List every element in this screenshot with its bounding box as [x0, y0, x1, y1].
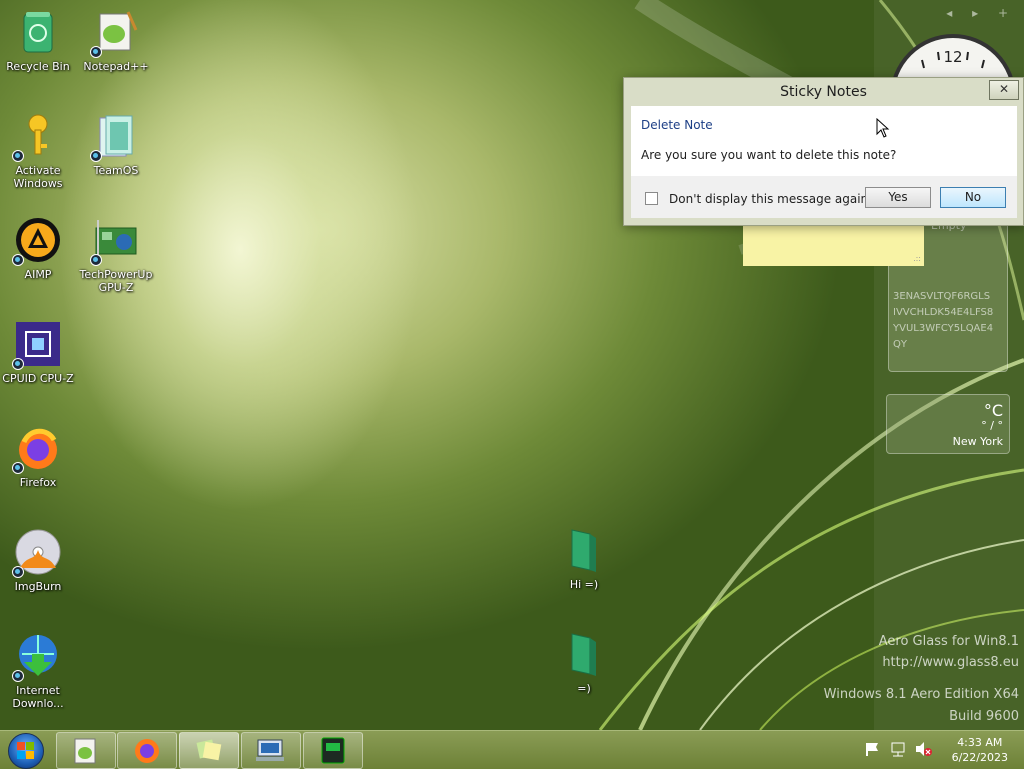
close-button[interactable]: ✕ — [989, 80, 1019, 100]
notepad-plus-plus-icon — [74, 738, 96, 764]
desktop-icon-label: Firefox — [19, 476, 57, 489]
windows-logo-icon — [17, 742, 34, 759]
shortcut-arrow-icon — [12, 150, 24, 162]
shortcut-arrow-icon — [12, 254, 24, 266]
gadget-nav-arrows[interactable]: ◂ ▸ + — [946, 6, 1016, 20]
taskbar: 4:33 AM 6/22/2023 — [0, 730, 1024, 769]
desktop-icon-notepad-plus-plus[interactable]: Notepad++ — [76, 8, 156, 73]
desktop-icon-folder-hi[interactable]: Hi =) — [544, 526, 624, 591]
shortcut-arrow-icon — [90, 254, 102, 266]
dont-show-again-checkbox[interactable] — [645, 192, 658, 205]
desktop-icon-label: AIMP — [24, 268, 52, 281]
folder-icon — [560, 630, 608, 678]
weather-unit: °C — [983, 401, 1003, 420]
mouse-cursor-icon — [876, 118, 890, 138]
dialog-footer: Don't display this message again Yes No — [631, 176, 1017, 218]
cpuz-icon — [12, 320, 62, 370]
desktop-icon-label: TeamOS — [93, 164, 139, 177]
network-computer-icon — [256, 739, 284, 761]
shortcut-arrow-icon — [90, 150, 102, 162]
watermark: Aero Glass for Win8.1 http://www.glass8.… — [879, 631, 1019, 673]
no-button[interactable]: No — [940, 187, 1006, 208]
shortcut-arrow-icon — [12, 462, 24, 474]
imgburn-icon — [12, 528, 62, 578]
desktop-icon-teamos[interactable]: TeamOS — [76, 112, 156, 177]
taskbar-sticky-notes[interactable] — [179, 732, 239, 769]
dialog-titlebar[interactable]: Sticky Notes ✕ — [624, 78, 1023, 106]
desktop-icon-label: Notepad++ — [83, 60, 149, 73]
desktop-icon-label: Recycle Bin — [6, 60, 70, 73]
folder-icon — [560, 526, 608, 574]
network-icon[interactable] — [890, 741, 906, 757]
watermark-line: Build 9600 — [949, 709, 1019, 724]
clock-time: 4:33 AM — [957, 736, 1003, 749]
weather-gadget[interactable]: °C ° / ° New York — [886, 394, 1010, 454]
watermark-line: Aero Glass for Win8.1 — [878, 634, 1019, 649]
weather-range: ° / ° — [981, 419, 1003, 432]
aimp-icon — [12, 216, 62, 266]
dialog-content: Delete Note Are you sure you want to del… — [631, 106, 1017, 176]
desktop-icon-label: =) — [577, 682, 591, 695]
weather-city: New York — [952, 435, 1003, 448]
dialog-heading: Delete Note — [641, 118, 713, 132]
sticky-notes-icon — [196, 739, 222, 761]
desktop-icon-firefox[interactable]: Firefox — [0, 424, 78, 489]
windows-version-watermark: Windows 8.1 Aero Edition X64 Build 9600 — [824, 684, 1019, 728]
desktop-icon-label: Internet Downlo... — [12, 684, 64, 710]
desktop-icon-aimp[interactable]: AIMP — [0, 216, 78, 281]
shortcut-arrow-icon — [12, 566, 24, 578]
volume-muted-icon[interactable] — [914, 741, 932, 757]
shortcut-arrow-icon — [12, 358, 24, 370]
gpuz-icon — [90, 216, 140, 266]
desktop-icon-cpuz[interactable]: CPUID CPU-Z — [0, 320, 78, 385]
shortcut-arrow-icon — [12, 670, 24, 682]
gadget-key-text: 3ENASVLTQF6RGLS IVVCHLDK54E4LFS8 YVUL3WF… — [893, 291, 994, 350]
desktop-icon-gpuz[interactable]: TechPowerUp GPU-Z — [76, 216, 156, 294]
desktop-icon-label: Hi =) — [569, 578, 599, 591]
dont-show-again-label[interactable]: Don't display this message again — [669, 192, 868, 206]
dialog-title: Sticky Notes — [780, 84, 867, 100]
gpu-monitor-icon — [321, 737, 345, 764]
desktop-icon-folder-smile[interactable]: =) — [544, 630, 624, 695]
watermark-line: http://www.glass8.eu — [882, 655, 1019, 670]
notepad-plus-plus-icon — [90, 8, 140, 58]
resize-grip-icon[interactable]: .:: — [913, 254, 921, 263]
clock-date: 6/22/2023 — [951, 751, 1008, 764]
desktop-icon-label: ImgBurn — [14, 580, 62, 593]
desktop-icon-internet-download-manager[interactable]: Internet Downlo... — [0, 632, 78, 710]
delete-note-dialog: Sticky Notes ✕ Delete Note Are you sure … — [623, 77, 1024, 226]
start-button[interactable] — [8, 733, 44, 769]
sticky-note[interactable]: .:: — [743, 224, 924, 266]
watermark-line: Windows 8.1 Aero Edition X64 — [823, 687, 1019, 702]
teamos-icon — [90, 112, 140, 162]
desktop-icon-label: TechPowerUp GPU-Z — [79, 268, 153, 294]
key-icon — [12, 112, 62, 162]
desktop-icon-imgburn[interactable]: ImgBurn — [0, 528, 78, 593]
taskbar-firefox[interactable] — [117, 732, 177, 769]
desktop-icon-label: Activate Windows — [13, 164, 63, 190]
dialog-message: Are you sure you want to delete this not… — [641, 148, 897, 162]
flag-icon[interactable] — [864, 741, 880, 757]
taskbar-gpu-monitor[interactable] — [303, 732, 363, 769]
desktop-icon-activate-windows[interactable]: Activate Windows — [0, 112, 78, 190]
desktop-icon-recycle-bin[interactable]: Recycle Bin — [0, 8, 78, 73]
internet-download-manager-icon — [12, 632, 62, 682]
recycle-bin-icon — [14, 8, 62, 56]
taskbar-clock[interactable]: 4:33 AM 6/22/2023 — [952, 735, 1008, 765]
desktop: ◂ ▸ + 12 Empty 3ENASVLTQF6RGLS IVVCHLDK5… — [0, 0, 1024, 730]
firefox-icon — [12, 424, 62, 474]
desktop-icon-label: CPUID CPU-Z — [2, 372, 74, 385]
shortcut-arrow-icon — [90, 46, 102, 58]
firefox-icon — [135, 739, 159, 763]
yes-button[interactable]: Yes — [865, 187, 931, 208]
taskbar-notepad-plus-plus[interactable] — [56, 732, 116, 769]
taskbar-network-computer[interactable] — [241, 732, 301, 769]
